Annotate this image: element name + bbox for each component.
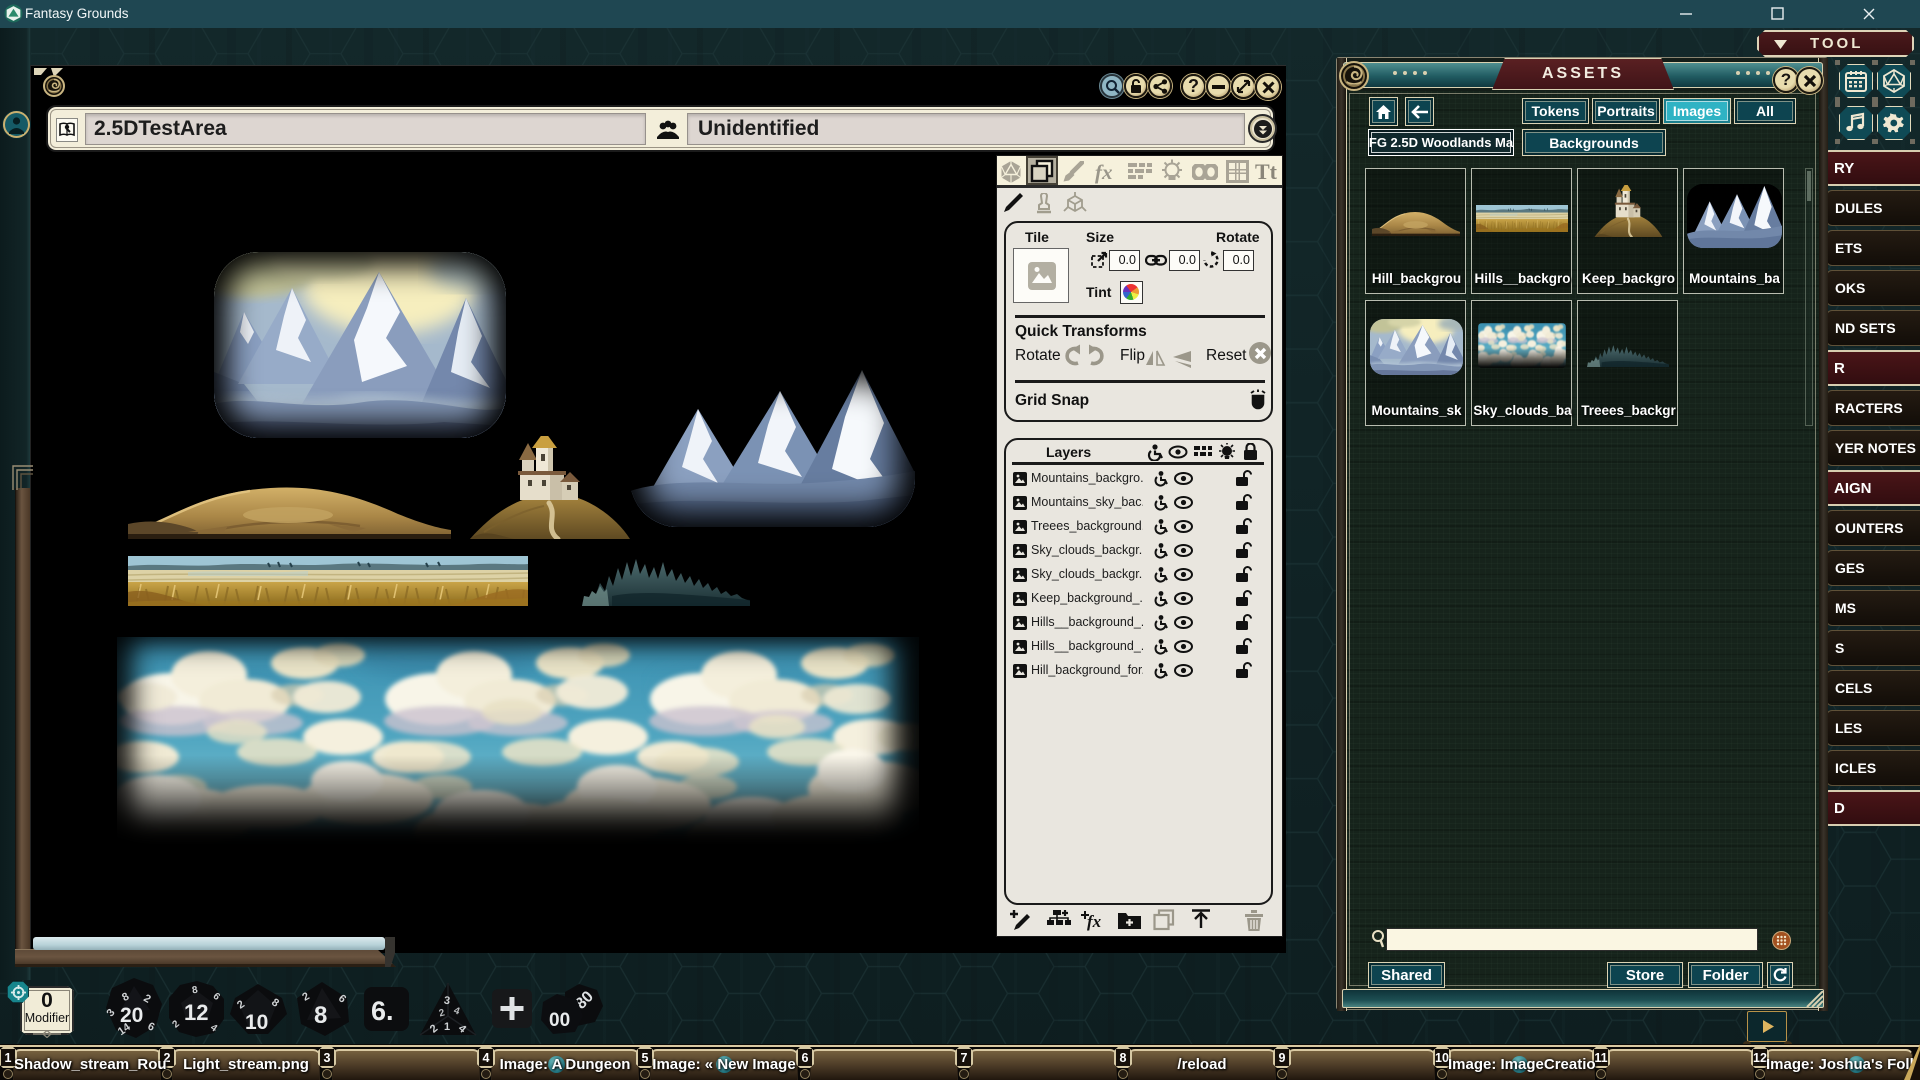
svg-text:10: 10 [245,1011,268,1034]
svg-text:Tt: Tt [1255,159,1278,184]
svg-text:6.: 6. [371,996,394,1026]
svg-text:fx: fx [1087,912,1102,931]
svg-text:8: 8 [314,1002,327,1029]
svg-text:1: 1 [444,1021,450,1033]
svg-text:00: 00 [549,1010,570,1031]
svg-text:12: 12 [184,1000,208,1025]
svg-text:fx: fx [1095,160,1113,184]
